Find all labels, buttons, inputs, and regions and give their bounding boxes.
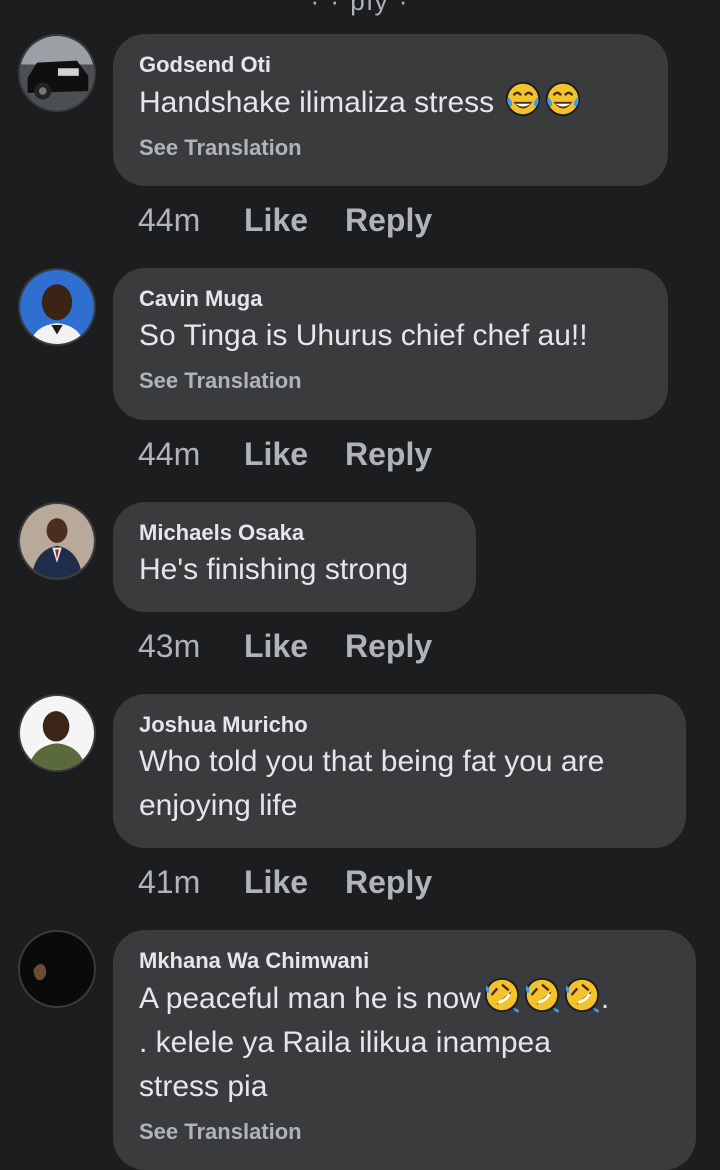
comment-text-line: . kelele ya Raila ilikua inampea <box>139 1026 551 1059</box>
reply-button[interactable]: Reply <box>345 436 432 473</box>
comment-text: So Tinga is Uhurus chief chef au!! <box>139 319 588 352</box>
comment-author[interactable]: Cavin Muga <box>139 284 642 314</box>
comment-actions: 41m Like Reply <box>138 864 432 901</box>
comment-text-content: A peaceful man he is now <box>139 982 481 1015</box>
comment-timestamp[interactable]: 43m <box>138 628 244 665</box>
comment-text-line: Who told you that being fat you are <box>139 745 605 778</box>
comment-actions: 44m Like Reply <box>138 202 432 239</box>
avatar-cavin-muga[interactable] <box>18 268 96 346</box>
like-button[interactable]: Like <box>244 202 345 239</box>
comment-author[interactable]: Godsend Oti <box>139 50 642 80</box>
comment-text: He's finishing strong <box>139 553 409 586</box>
comment-text-line: enjoying life <box>139 789 298 822</box>
rolling-laughing-emoji <box>563 976 601 1014</box>
tears-of-joy-emoji <box>504 80 542 118</box>
comment-bubble: Joshua Muricho Who told you that being f… <box>113 694 686 848</box>
tears-of-joy-emoji <box>544 80 582 118</box>
avatar-godsend-oti[interactable] <box>18 34 96 112</box>
comment-timestamp[interactable]: 44m <box>138 202 244 239</box>
reply-button[interactable]: Reply <box>345 864 432 901</box>
comment-timestamp[interactable]: 41m <box>138 864 244 901</box>
like-button[interactable]: Like <box>244 864 345 901</box>
rolling-laughing-emoji <box>523 976 561 1014</box>
comment-text-line: A peaceful man he is now. <box>139 976 670 1021</box>
comment-text-period: . <box>600 982 610 1015</box>
see-translation-link[interactable]: See Translation <box>139 1117 670 1147</box>
comment-text-line: stress pia <box>139 1070 268 1103</box>
rolling-laughing-emoji <box>483 976 521 1014</box>
comment-bubble: Godsend Oti Handshake ilimaliza stress S… <box>113 34 668 186</box>
comment-author[interactable]: Joshua Muricho <box>139 710 660 740</box>
comment-text-content: Handshake ilimaliza stress <box>139 86 495 119</box>
previous-comment-actions-fragment: · · ply · <box>310 0 410 16</box>
see-translation-link[interactable]: See Translation <box>139 133 642 163</box>
comment-author[interactable]: Mkhana Wa Chimwani <box>139 946 670 976</box>
avatar-michaels-osaka[interactable] <box>18 502 96 580</box>
avatar-mkhana-wa-chimwani[interactable] <box>18 930 96 1008</box>
avatar-joshua-muricho[interactable] <box>18 694 96 772</box>
comment-text: Handshake ilimaliza stress <box>139 80 642 125</box>
comment-bubble: Michaels Osaka He's finishing strong <box>113 502 476 612</box>
reply-button[interactable]: Reply <box>345 202 432 239</box>
comment-timestamp[interactable]: 44m <box>138 436 244 473</box>
reply-button[interactable]: Reply <box>345 628 432 665</box>
comment-actions: 44m Like Reply <box>138 436 432 473</box>
like-button[interactable]: Like <box>244 628 345 665</box>
comment-bubble: Mkhana Wa Chimwani A peaceful man he is … <box>113 930 696 1170</box>
comment-author[interactable]: Michaels Osaka <box>139 518 450 548</box>
like-button[interactable]: Like <box>244 436 345 473</box>
comment-actions: 43m Like Reply <box>138 628 432 665</box>
comment-bubble: Cavin Muga So Tinga is Uhurus chief chef… <box>113 268 668 420</box>
see-translation-link[interactable]: See Translation <box>139 366 642 396</box>
